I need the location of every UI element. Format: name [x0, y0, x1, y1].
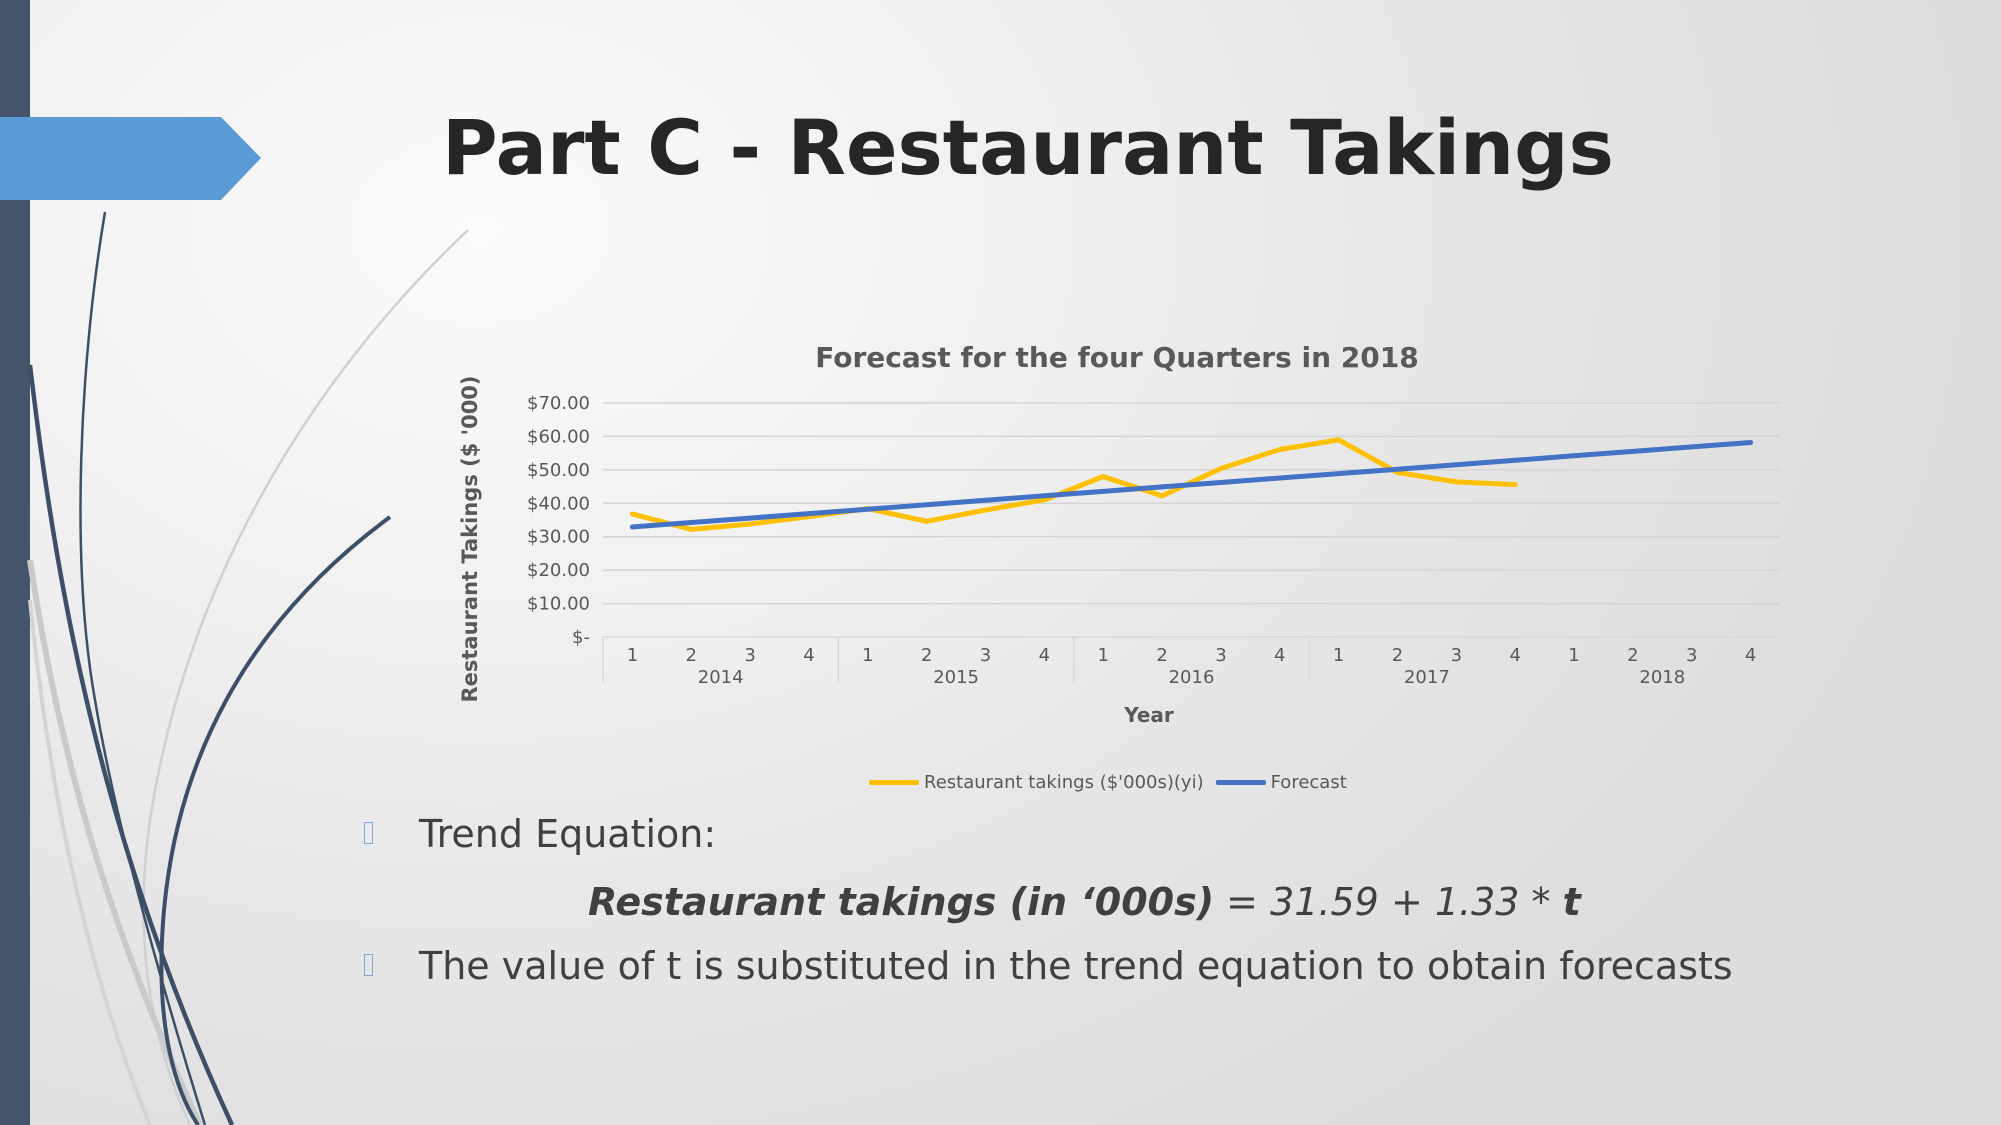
x-tick-label-quarter: 4 — [803, 645, 814, 666]
x-tick-label-quarter: 4 — [1274, 645, 1285, 666]
y-tick-labels: $- $10.00 $20.00 $30.00 $40.00 $50.00 $60.00 $7… — [527, 393, 590, 648]
x-tick-label-quarter: 3 — [744, 645, 755, 666]
y-tick-label: $20.00 — [527, 560, 590, 581]
bullet-text: Trend Equation: — [419, 812, 717, 856]
y-tick-label: $50.00 — [527, 460, 590, 481]
x-tick-label-year: 2017 — [1404, 667, 1450, 688]
equation-lhs: Restaurant takings (in ‘000s) — [588, 880, 1215, 924]
series-lines — [629, 437, 1754, 532]
equation-variable: t — [1562, 880, 1581, 924]
x-tick-label-year: 2015 — [933, 667, 979, 688]
y-axis-title: Restaurant Takings ($ '000) — [458, 375, 482, 702]
y-tick-label: $- — [572, 627, 590, 648]
x-tick-label-quarter: 2 — [1627, 645, 1638, 666]
bullet-icon — [364, 822, 373, 844]
bullet-icon — [364, 954, 373, 976]
x-tick-label-quarter: 1 — [1333, 645, 1344, 666]
x-tick-label-quarter: 1 — [1568, 645, 1579, 666]
x-axis-title: Year — [1123, 703, 1174, 727]
legend-label-takings: Restaurant takings ($'000s)(yi) — [924, 772, 1204, 793]
chart-title: Forecast for the four Quarters in 2018 — [815, 341, 1419, 374]
x-tick-label-year: 2014 — [698, 667, 744, 688]
y-tick-label: $30.00 — [527, 527, 590, 548]
x-tick-label-quarter: 4 — [1509, 645, 1520, 666]
bullet-text: The value of t is substituted in the tre… — [419, 944, 1733, 988]
legend-item-takings: Restaurant takings ($'000s)(yi) — [869, 772, 1204, 793]
x-tick-label-quarter: 4 — [1745, 645, 1756, 666]
bullet-forecast-explanation: The value of t is substituted in the tre… — [419, 944, 1733, 988]
legend-item-forecast: Forecast — [1215, 772, 1347, 793]
x-tick-label-quarter: 1 — [627, 645, 638, 666]
x-axis: 1 2 3 4 2014 1 2 3 4 2015 1 2 3 4 2016 1 2 3 4 2017 1 2 3 4 2018 — [602, 636, 1780, 688]
y-tick-label: $40.00 — [527, 493, 590, 514]
x-tick-label-quarter: 3 — [1451, 645, 1462, 666]
gridlines — [603, 402, 1780, 605]
bullet-trend-equation: Trend Equation: — [419, 812, 716, 856]
x-tick-label-quarter: 3 — [980, 645, 991, 666]
y-tick-label: $60.00 — [527, 426, 590, 447]
x-tick-label-quarter: 2 — [686, 645, 697, 666]
trend-equation: Restaurant takings (in ‘000s) = 31.59 + … — [588, 880, 1581, 924]
equation-middle: = 31.59 + 1.33 * — [1214, 880, 1563, 924]
chart-legend: Restaurant takings ($'000s)(yi) Forecast — [869, 772, 1359, 793]
y-tick-label: $10.00 — [527, 594, 590, 615]
x-tick-label-quarter: 3 — [1215, 645, 1226, 666]
x-tick-label-year: 2018 — [1639, 667, 1685, 688]
legend-label-forecast: Forecast — [1270, 772, 1347, 793]
legend-swatch-forecast — [1215, 780, 1266, 785]
x-tick-label-quarter: 3 — [1686, 645, 1697, 666]
x-tick-label-quarter: 2 — [1156, 645, 1167, 666]
x-tick-label-quarter: 1 — [862, 645, 873, 666]
x-tick-label-quarter: 2 — [921, 645, 932, 666]
x-tick-label-quarter: 2 — [1392, 645, 1403, 666]
legend-swatch-takings — [869, 780, 919, 785]
x-tick-label-quarter: 1 — [1097, 645, 1108, 666]
series-line-forecast — [629, 440, 1754, 530]
x-tick-label-year: 2016 — [1169, 667, 1215, 688]
x-tick-label-quarter: 4 — [1039, 645, 1050, 666]
y-tick-label: $70.00 — [527, 393, 590, 414]
